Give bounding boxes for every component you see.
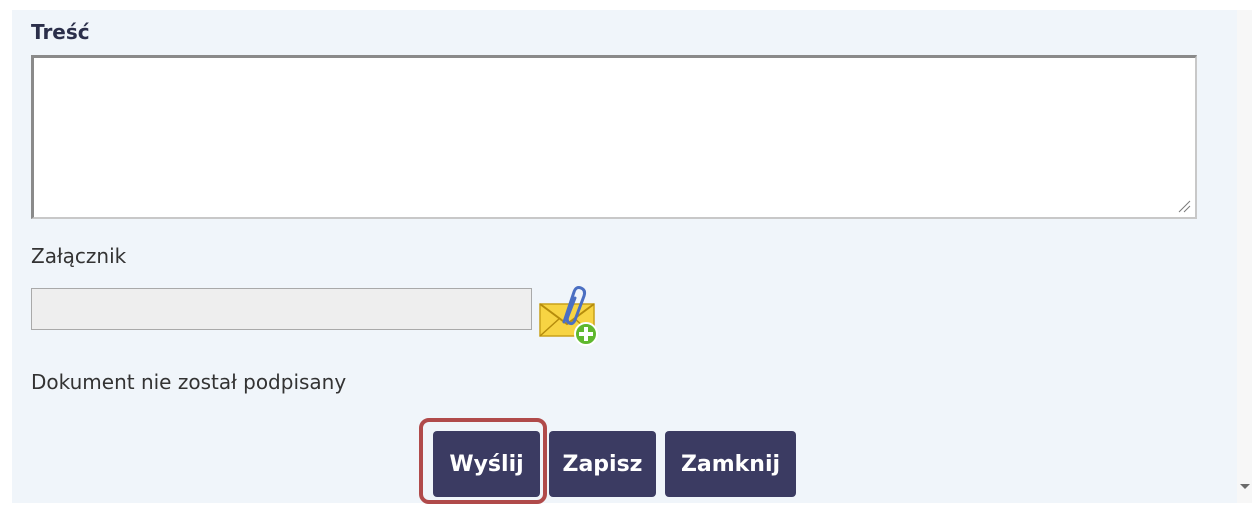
attach-envelope-icon[interactable] (538, 284, 602, 348)
content-label: Treść (31, 20, 90, 44)
send-button[interactable]: Wyślij (433, 431, 540, 497)
attachment-field[interactable] (31, 288, 532, 330)
resize-grip-icon[interactable] (1177, 199, 1191, 213)
signature-status-text: Dokument nie został podpisany (31, 370, 347, 394)
close-button[interactable]: Zamknij (665, 431, 796, 497)
save-button[interactable]: Zapisz (549, 431, 656, 497)
content-textarea[interactable] (31, 55, 1197, 219)
vertical-scrollbar[interactable] (1237, 10, 1252, 503)
attachment-label: Załącznik (31, 244, 127, 268)
scroll-down-arrow-icon[interactable] (1240, 484, 1250, 489)
